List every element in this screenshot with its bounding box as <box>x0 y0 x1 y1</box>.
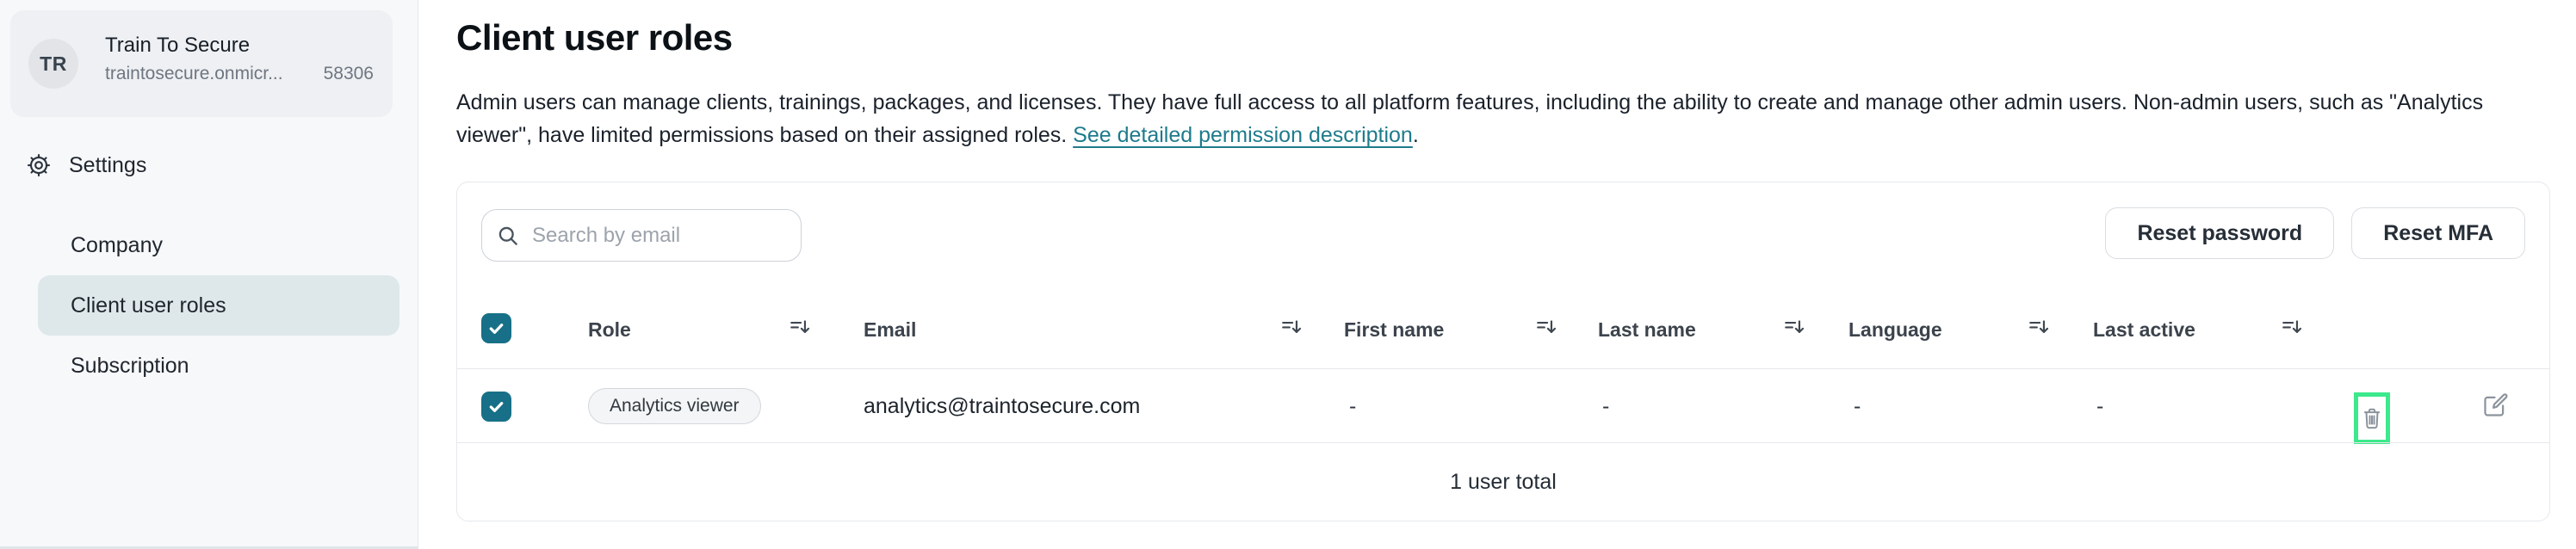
edit-user-button[interactable] <box>2480 392 2509 420</box>
permission-description-link[interactable]: See detailed permission description <box>1073 123 1413 147</box>
sort-icon-last-active[interactable] <box>2281 317 2303 339</box>
sort-icon-first-name[interactable] <box>1535 317 1557 339</box>
organization-id: 58306 <box>324 64 374 84</box>
sidebar-item-client-user-roles[interactable]: Client user roles <box>38 275 399 336</box>
sort-icon-language[interactable] <box>2028 317 2050 339</box>
organization-card[interactable]: TR Train To Secure traintosecure.onmicr.… <box>10 10 393 117</box>
edit-pencil-icon <box>2480 392 2509 420</box>
table-header-row: Role Email First name <box>457 298 2549 368</box>
sidebar-item-subscription[interactable]: Subscription <box>38 336 399 396</box>
trash-icon <box>2359 404 2385 432</box>
column-header-last-active: Last active <box>2093 318 2195 342</box>
description-period: . <box>1413 123 1419 147</box>
column-header-language: Language <box>1848 318 1942 342</box>
reset-mfa-button[interactable]: Reset MFA <box>2351 207 2525 259</box>
column-header-email: Email <box>864 318 916 342</box>
table-footer: 1 user total <box>457 442 2549 521</box>
description-text: Admin users can manage clients, training… <box>456 90 2483 147</box>
search-icon <box>496 224 520 248</box>
gear-icon <box>26 152 52 178</box>
sidebar-item-company[interactable]: Company <box>38 215 399 275</box>
role-cell: Analytics viewer <box>588 369 761 443</box>
select-all-checkbox[interactable] <box>481 313 511 343</box>
search-input[interactable] <box>532 224 799 248</box>
sidebar-item-label: Company <box>71 233 163 258</box>
user-total-label: 1 user total <box>1450 470 1557 495</box>
target-highlight-box <box>2354 392 2390 444</box>
sidebar-item-label: Subscription <box>71 354 189 379</box>
email-cell: analytics@traintosecure.com <box>864 369 1140 443</box>
sort-icon-email[interactable] <box>1280 317 1303 339</box>
sidebar-item-label: Client user roles <box>71 293 226 318</box>
organization-domain: traintosecure.onmicr... <box>105 64 283 84</box>
search-box[interactable] <box>481 209 802 262</box>
sort-icon-role[interactable] <box>789 317 811 339</box>
role-badge: Analytics viewer <box>588 388 761 424</box>
organization-subline: traintosecure.onmicr... 58306 <box>105 64 374 84</box>
table-row: Analytics viewer analytics@traintosecure… <box>457 368 2549 442</box>
reset-password-button[interactable]: Reset password <box>2105 207 2334 259</box>
column-header-role: Role <box>588 318 631 342</box>
page-description: Admin users can manage clients, training… <box>456 86 2533 151</box>
organization-avatar: TR <box>28 39 78 89</box>
sort-icon-last-name[interactable] <box>1783 317 1805 339</box>
settings-nav: Company Client user roles Subscription <box>0 215 418 396</box>
language-cell: - <box>1854 369 1861 443</box>
column-header-first-name: First name <box>1344 318 1444 342</box>
toolbar-buttons: Reset password Reset MFA <box>2105 207 2525 259</box>
delete-user-button[interactable] <box>2359 404 2385 432</box>
last-active-cell: - <box>2096 369 2103 443</box>
organization-name: Train To Secure <box>105 34 250 58</box>
client-user-roles-page: TR Train To Secure traintosecure.onmicr.… <box>0 0 2576 549</box>
row-checkbox[interactable] <box>481 392 511 422</box>
page-title: Client user roles <box>456 15 733 60</box>
sidebar-section-settings: Settings <box>26 148 146 182</box>
column-header-last-name: Last name <box>1598 318 1696 342</box>
last-name-cell: - <box>1602 369 1609 443</box>
settings-sidebar: TR Train To Secure traintosecure.onmicr.… <box>0 0 418 549</box>
user-roles-card: Reset password Reset MFA Role Ema <box>456 182 2550 521</box>
main-content: Client user roles Admin users can manage… <box>419 0 2576 549</box>
checkmark-icon <box>486 397 506 416</box>
first-name-cell: - <box>1349 369 1356 443</box>
sidebar-section-label: Settings <box>69 153 146 178</box>
checkmark-icon <box>486 318 506 338</box>
